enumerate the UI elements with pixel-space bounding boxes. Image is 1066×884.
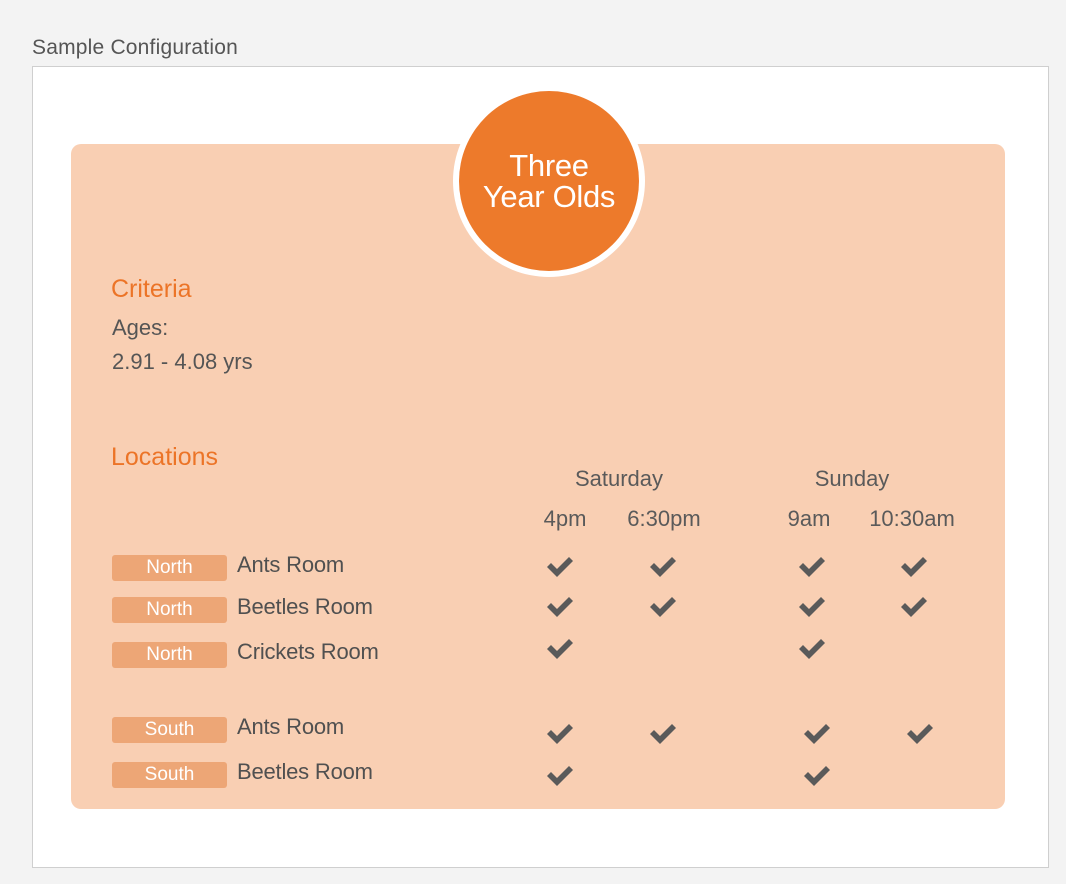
- criteria-label: Ages:: [112, 315, 169, 340]
- campus-badge: North: [112, 597, 227, 623]
- time-header-4pm: 4pm: [543, 506, 587, 531]
- checkmark-icon: [899, 596, 929, 618]
- room-name: Beetles Room: [237, 759, 373, 784]
- room-name: Ants Room: [237, 552, 345, 577]
- checkmark-icon: [797, 556, 827, 578]
- checkmark-icon: [905, 723, 935, 745]
- checkmark-icon: [545, 596, 575, 618]
- room-name: Beetles Room: [237, 594, 373, 619]
- checkmark-icon: [648, 723, 678, 745]
- time-header-630pm: 6:30pm: [627, 506, 701, 531]
- checkmark-icon: [545, 723, 575, 745]
- checkmark-icon: [797, 638, 827, 660]
- group-name-line2: Year Olds: [482, 179, 616, 214]
- criteria-value: 2.91 - 4.08 yrs: [112, 349, 253, 374]
- checkmark-icon: [797, 596, 827, 618]
- checkmark-icon: [545, 765, 575, 787]
- campus-badge: North: [112, 555, 227, 581]
- campus-badge: South: [112, 762, 227, 788]
- room-name: Ants Room: [237, 714, 345, 739]
- room-name: Crickets Room: [237, 639, 379, 664]
- panel-title: Sample Configuration: [32, 36, 238, 59]
- day-header-sunday: Sunday: [814, 466, 890, 491]
- time-header-1030am: 10:30am: [869, 506, 955, 531]
- time-header-9am: 9am: [787, 506, 831, 531]
- checkmark-icon: [802, 765, 832, 787]
- locations-heading: Locations: [111, 443, 219, 471]
- group-badge-circle: Three Year Olds: [453, 85, 645, 277]
- campus-badge: North: [112, 642, 227, 668]
- criteria-heading: Criteria: [111, 275, 192, 303]
- group-name-line1: Three: [509, 148, 589, 183]
- checkmark-icon: [802, 723, 832, 745]
- checkmark-icon: [648, 556, 678, 578]
- group-badge: Three Year Olds: [459, 91, 639, 271]
- checkmark-icon: [545, 638, 575, 660]
- group-name: Three Year Olds: [474, 150, 624, 212]
- checkmark-icon: [899, 556, 929, 578]
- checkmark-icon: [545, 556, 575, 578]
- campus-badge: South: [112, 717, 227, 743]
- checkmark-icon: [648, 596, 678, 618]
- day-header-saturday: Saturday: [574, 466, 664, 491]
